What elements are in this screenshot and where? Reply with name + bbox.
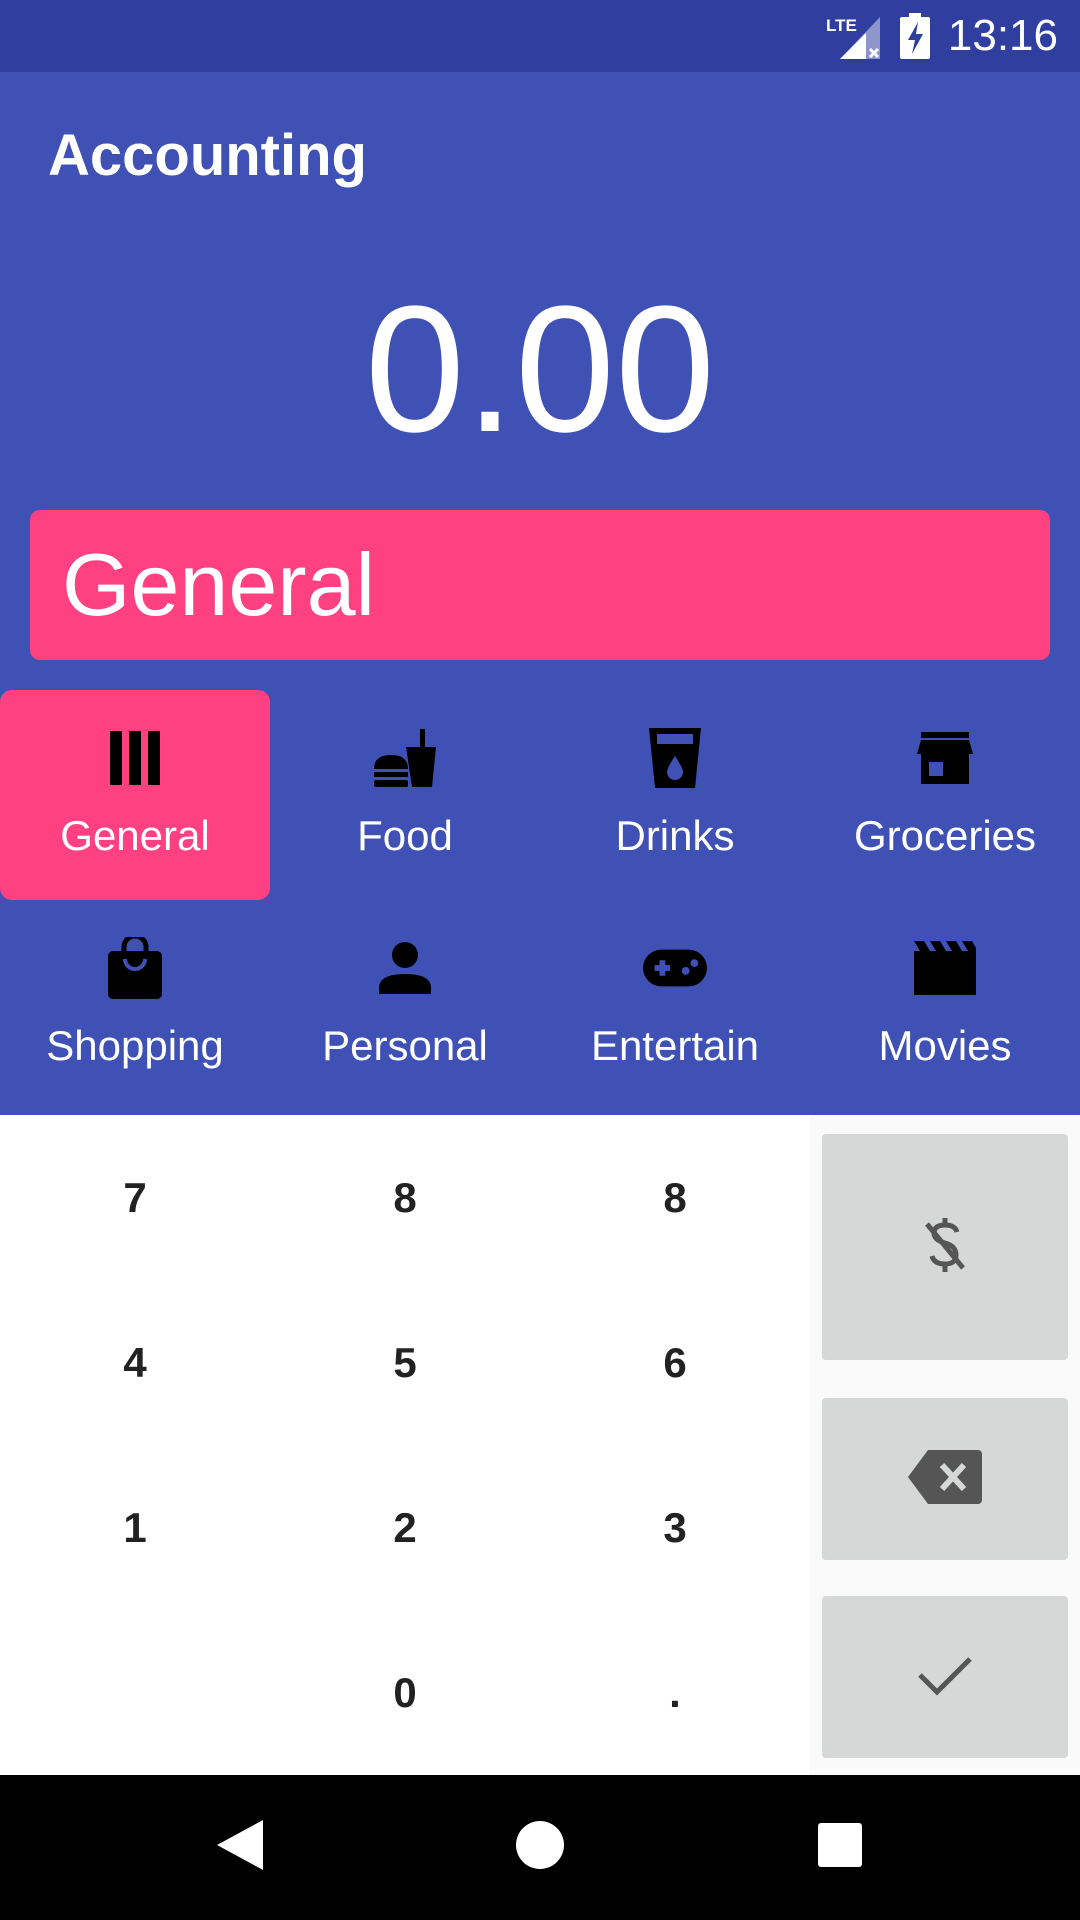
action-column (810, 1115, 1080, 1775)
recents-icon (818, 1823, 862, 1872)
category-field-text: General (62, 535, 376, 634)
category-label: Groceries (853, 812, 1037, 859)
category-label: Movies (878, 1022, 1012, 1069)
key-empty (0, 1610, 270, 1775)
category-label: Personal (322, 1022, 488, 1069)
back-button[interactable] (180, 1775, 300, 1920)
lte-signal-icon: LTE (826, 11, 882, 61)
backspace-icon (908, 1449, 982, 1509)
category-general[interactable]: General (0, 690, 270, 900)
key-3[interactable]: 3 (540, 1445, 810, 1610)
general-icon (103, 726, 167, 790)
category-movies[interactable]: Movies (810, 900, 1080, 1110)
entertain-icon (643, 936, 707, 1000)
key-2[interactable]: 2 (270, 1445, 540, 1610)
screen: LTE 13:16 Accounting 0.00 General Genera… (0, 0, 1080, 1920)
category-food[interactable]: Food (270, 690, 540, 900)
check-icon (917, 1653, 973, 1702)
status-bar: LTE 13:16 (0, 0, 1080, 72)
backspace-button[interactable] (822, 1398, 1068, 1560)
number-keys: 7 8 8 4 5 6 1 2 3 0 . (0, 1115, 810, 1775)
category-field[interactable]: General (30, 510, 1050, 660)
food-icon (373, 726, 437, 790)
category-label: General (60, 812, 210, 859)
key-1[interactable]: 1 (0, 1445, 270, 1610)
category-label: Food (357, 812, 453, 859)
navigation-bar (0, 1775, 1080, 1920)
amount-display: 0.00 (364, 269, 716, 470)
drinks-icon (643, 726, 707, 790)
category-label: Entertain (590, 1022, 760, 1069)
app-title: Accounting (48, 123, 367, 188)
key-4[interactable]: 4 (0, 1280, 270, 1445)
category-personal[interactable]: Personal (270, 900, 540, 1110)
lte-label: LTE (826, 16, 857, 35)
movies-icon (913, 936, 977, 1000)
no-currency-icon (923, 1216, 967, 1279)
category-grid: General Food Drinks Groceries Shopping P… (0, 690, 1080, 1110)
category-drinks[interactable]: Drinks (540, 690, 810, 900)
key-0[interactable]: 0 (270, 1610, 540, 1775)
key-8[interactable]: 8 (270, 1115, 540, 1280)
recents-button[interactable] (780, 1775, 900, 1920)
home-button[interactable] (480, 1775, 600, 1920)
confirm-button[interactable] (822, 1596, 1068, 1758)
category-groceries[interactable]: Groceries (810, 690, 1080, 900)
key-5[interactable]: 5 (270, 1280, 540, 1445)
groceries-icon (913, 726, 977, 790)
key-6[interactable]: 6 (540, 1280, 810, 1445)
keypad: 7 8 8 4 5 6 1 2 3 0 . (0, 1115, 1080, 1775)
battery-charging-icon (899, 13, 930, 59)
category-label: Shopping (46, 1022, 224, 1069)
status-time: 13:16 (947, 11, 1058, 60)
back-icon (217, 1820, 263, 1875)
clear-currency-button[interactable] (822, 1134, 1068, 1360)
key-8-duplicate[interactable]: 8 (540, 1115, 810, 1280)
shopping-icon (103, 936, 167, 1000)
category-shopping[interactable]: Shopping (0, 900, 270, 1110)
personal-icon (373, 936, 437, 1000)
category-label: Drinks (615, 812, 735, 859)
category-entertain[interactable]: Entertain (540, 900, 810, 1110)
key-decimal[interactable]: . (540, 1610, 810, 1775)
key-7[interactable]: 7 (0, 1115, 270, 1280)
home-icon (515, 1820, 565, 1875)
